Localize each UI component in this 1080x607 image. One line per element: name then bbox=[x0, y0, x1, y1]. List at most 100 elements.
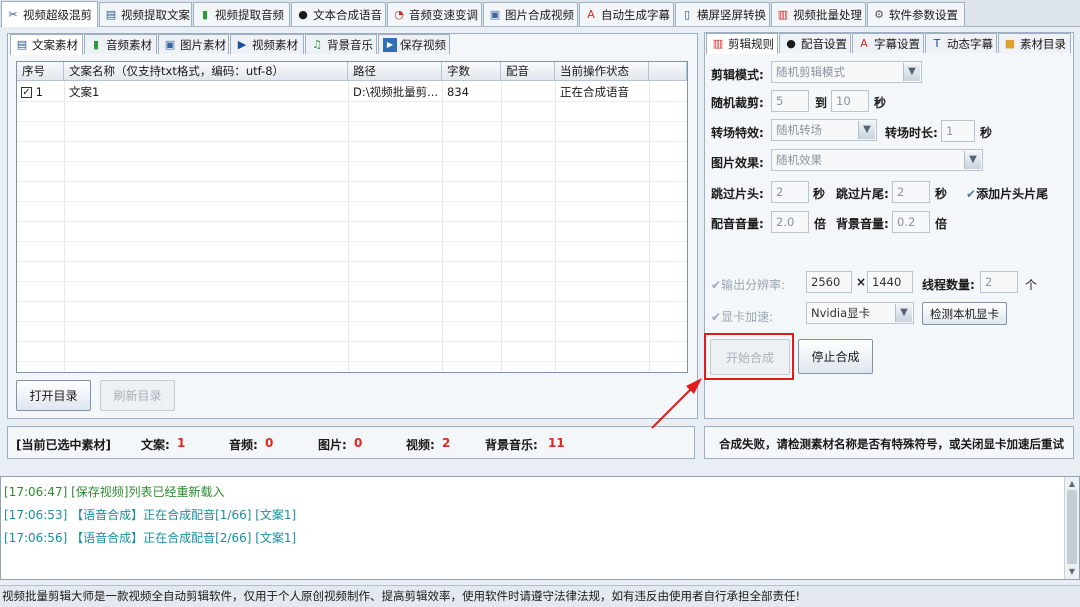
resolution-checkbox[interactable]: ✔输出分辨率: bbox=[711, 276, 785, 293]
summary-image-count: 0 bbox=[354, 436, 363, 450]
tab-material-directory[interactable]: ■ 素材目录 bbox=[998, 33, 1071, 53]
film-icon: ▥ bbox=[777, 7, 789, 21]
column-header-path[interactable]: 路径 bbox=[348, 62, 442, 81]
bg-volume-input[interactable]: 0.2 bbox=[892, 211, 930, 233]
summary-video-label: 视频: bbox=[406, 438, 435, 452]
film-icon: ▥ bbox=[712, 37, 724, 50]
tab-auto-subtitle[interactable]: A 自动生成字幕 bbox=[579, 2, 674, 26]
log-output[interactable]: [17:06:47] [保存视频]列表已经重新载入 [17:06:53] 【语音… bbox=[0, 476, 1080, 580]
folder-icon: ■ bbox=[1004, 36, 1016, 50]
tab-extract-audio[interactable]: ▮ 视频提取音频 bbox=[193, 2, 290, 26]
column-header-voice[interactable]: 配音 bbox=[501, 62, 555, 81]
open-directory-button[interactable]: 打开目录 bbox=[16, 380, 91, 411]
row-name: 文案1 bbox=[69, 85, 100, 99]
tab-software-settings[interactable]: ⚙ 软件参数设置 bbox=[867, 2, 965, 26]
random-cut-to-label: 到 bbox=[815, 96, 828, 110]
document-icon: ▤ bbox=[105, 7, 117, 21]
resolution-height-input[interactable]: 1440 bbox=[867, 271, 913, 293]
chevron-down-icon: ▼ bbox=[858, 121, 875, 139]
tab-edit-rules[interactable]: ▥ 剪辑规则 bbox=[706, 33, 778, 54]
summary-text-label: 文案: bbox=[141, 438, 170, 452]
summary-bgm-count: 11 bbox=[548, 436, 565, 450]
scrollbar-thumb[interactable] bbox=[1067, 490, 1077, 564]
gpu-accel-checkbox[interactable]: ✔显卡加速: bbox=[711, 308, 773, 325]
scroll-up-icon[interactable]: ▲ bbox=[1067, 479, 1077, 489]
tab-audio-material[interactable]: ▮ 音频素材 bbox=[84, 34, 157, 54]
audio-wave-icon: ▮ bbox=[92, 37, 100, 51]
check-icon: ✔ bbox=[711, 310, 722, 324]
column-header-index[interactable]: 序号 bbox=[17, 62, 64, 81]
random-cut-to-input[interactable]: 10 bbox=[831, 90, 869, 112]
skip-head-input[interactable]: 2 bbox=[771, 181, 809, 203]
transition-duration-input[interactable]: 1 bbox=[941, 120, 975, 142]
tab-dynamic-subtitle[interactable]: T 动态字幕 bbox=[925, 33, 997, 53]
summary-audio-label: 音频: bbox=[229, 438, 258, 452]
column-header-name[interactable]: 文案名称（仅支持txt格式，编码：utf-8） bbox=[64, 62, 348, 81]
edit-mode-select[interactable]: 随机剪辑模式 ▼ bbox=[771, 61, 922, 83]
main-tab-bar: ✂ 视频超级混剪 ▤ 视频提取文案 ▮ 视频提取音频 ● 文本合成语音 ◔ 音频变速变调 … bbox=[0, 0, 1080, 27]
tab-extract-text[interactable]: ▤ 视频提取文案 bbox=[99, 2, 192, 26]
image-icon: ▣ bbox=[489, 7, 501, 21]
tab-video-batch[interactable]: ▥ 视频批量处理 bbox=[771, 2, 866, 26]
tab-text-to-speech[interactable]: ● 文本合成语音 bbox=[291, 2, 386, 26]
row-voice bbox=[501, 82, 555, 102]
transition-select[interactable]: 随机转场 ▼ bbox=[771, 119, 877, 141]
chevron-down-icon: ▼ bbox=[895, 304, 912, 322]
tab-text-material[interactable]: ▤ 文案素材 bbox=[10, 34, 83, 55]
play-icon: ▶ bbox=[237, 37, 247, 51]
log-line: [17:06:56] 【语音合成】正在合成配音[2/66] [文案1] bbox=[4, 531, 297, 545]
voice-volume-unit: 倍 bbox=[814, 217, 827, 231]
row-checkbox[interactable]: ✓ bbox=[21, 87, 32, 98]
bg-volume-label: 背景音量: bbox=[836, 217, 889, 231]
subtitle-icon: A bbox=[860, 36, 868, 50]
tab-subtitle-settings[interactable]: A 字幕设置 bbox=[852, 33, 924, 53]
threads-input[interactable]: 2 bbox=[980, 271, 1018, 293]
tab-voice-settings[interactable]: ● 配音设置 bbox=[779, 33, 851, 53]
scroll-down-icon[interactable]: ▼ bbox=[1067, 567, 1077, 577]
threads-label: 线程数量: bbox=[922, 278, 975, 292]
skip-tail-unit: 秒 bbox=[935, 187, 948, 201]
selected-material-summary: [当前已选中素材] 文案: 1 音频: 0 图片: 0 视频: 2 背景音乐: … bbox=[7, 426, 695, 459]
log-scrollbar[interactable]: ▲ ▼ bbox=[1064, 477, 1079, 579]
gpu-select[interactable]: Nvidia显卡 ▼ bbox=[806, 302, 914, 324]
bg-volume-unit: 倍 bbox=[935, 217, 948, 231]
tab-orientation-convert[interactable]: ▯ 横屏竖屏转换 bbox=[675, 2, 770, 26]
tab-image-material[interactable]: ▣ 图片素材 bbox=[158, 34, 229, 54]
tab-save-video[interactable]: ▶ 保存视频 bbox=[378, 34, 450, 54]
column-header-word-count[interactable]: 字数 bbox=[442, 62, 501, 81]
text-material-table[interactable]: 序号 文案名称（仅支持txt格式，编码：utf-8） 路径 字数 配音 当前操作… bbox=[16, 61, 688, 373]
image-effect-label: 图片效果: bbox=[711, 156, 764, 170]
column-header-status[interactable]: 当前操作状态 bbox=[555, 62, 649, 81]
tab-background-music[interactable]: ♫ 背景音乐 bbox=[305, 34, 377, 54]
music-note-icon: ♫ bbox=[312, 37, 322, 51]
highlight-box bbox=[704, 333, 794, 380]
column-header-filler bbox=[649, 62, 687, 81]
threads-unit: 个 bbox=[1025, 278, 1038, 292]
voice-volume-input[interactable]: 2.0 bbox=[771, 211, 809, 233]
error-message: 合成失败，请检测素材名称是否有特殊符号，或关闭显卡加速后重试 bbox=[719, 437, 1064, 451]
image-icon: ▣ bbox=[164, 37, 176, 51]
summary-audio-count: 0 bbox=[265, 436, 274, 450]
red-arrow-annotation bbox=[651, 378, 702, 429]
add-head-tail-checkbox[interactable]: ✔添加片头片尾 bbox=[966, 185, 1048, 202]
error-message-box: 合成失败，请检测素材名称是否有特殊符号，或关闭显卡加速后重试 bbox=[704, 426, 1074, 459]
tab-audio-speed[interactable]: ◔ 音频变速变调 bbox=[387, 2, 482, 26]
tab-image-to-video[interactable]: ▣ 图片合成视频 bbox=[483, 2, 578, 26]
tab-video-super-mix[interactable]: ✂ 视频超级混剪 bbox=[1, 1, 98, 27]
skip-head-label: 跳过片头: bbox=[711, 187, 764, 201]
resolution-width-input[interactable]: 2560 bbox=[806, 271, 852, 293]
stop-synthesis-button[interactable]: 停止合成 bbox=[798, 339, 873, 374]
refresh-directory-button[interactable]: 刷新目录 bbox=[100, 380, 175, 411]
random-cut-from-input[interactable]: 5 bbox=[771, 90, 809, 112]
microphone-icon: ● bbox=[786, 36, 796, 50]
play-box-icon: ▶ bbox=[383, 37, 397, 52]
skip-tail-input[interactable]: 2 bbox=[892, 181, 930, 203]
tab-video-material[interactable]: ▶ 视频素材 bbox=[230, 34, 304, 54]
rotate-screen-icon: ▯ bbox=[683, 7, 691, 21]
image-effect-select[interactable]: 随机效果 ▼ bbox=[771, 149, 983, 171]
check-icon: ✔ bbox=[966, 187, 977, 201]
summary-image-label: 图片: bbox=[318, 438, 347, 452]
resolution-separator: × bbox=[856, 275, 867, 289]
document-icon: ▤ bbox=[16, 38, 28, 51]
detect-gpu-button[interactable]: 检测本机显卡 bbox=[922, 302, 1007, 325]
